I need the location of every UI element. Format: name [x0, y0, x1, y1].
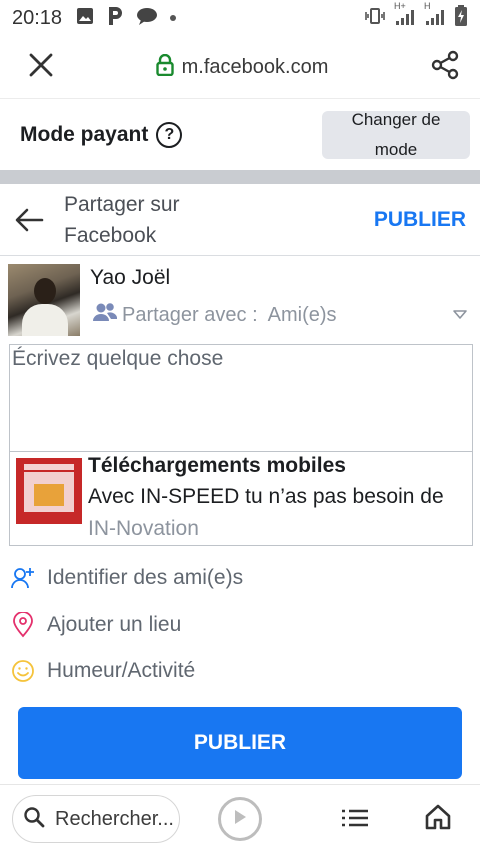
avatar	[8, 264, 80, 336]
add-location-label: Ajouter un lieu	[47, 613, 182, 636]
tag-friends-label: Identifier des ami(e)s	[47, 566, 244, 589]
browser-bottom-bar: Rechercher...	[0, 784, 480, 854]
add-location-option[interactable]: Ajouter un lieu	[0, 605, 480, 645]
help-icon[interactable]: ?	[156, 121, 183, 148]
data-mode-banner: Mode payant ? Changer de mode	[0, 98, 480, 170]
more-notifications-dot	[170, 15, 177, 21]
notification-icons	[76, 5, 177, 32]
search-icon	[23, 806, 45, 833]
status-time: 20:18	[12, 6, 63, 29]
share-title-line1: Partager sur	[64, 192, 180, 216]
mood-activity-option[interactable]: Humeur/Activité	[0, 651, 480, 691]
publish-link-top[interactable]: PUBLIER	[374, 208, 466, 232]
home-icon[interactable]	[424, 803, 452, 836]
message-bubble-icon	[136, 7, 158, 30]
friends-icon	[92, 302, 118, 328]
post-text-input[interactable]	[9, 344, 473, 452]
system-icons: H+ H	[364, 1, 468, 32]
net-label-1: H+	[394, 1, 406, 11]
avatar-face	[34, 278, 56, 304]
thumbnail-product	[34, 484, 64, 506]
gallery-icon	[76, 7, 94, 30]
url-text: m.facebook.com	[181, 55, 329, 78]
mood-activity-label: Humeur/Activité	[47, 659, 196, 682]
status-bar: 20:18 H+ H	[0, 0, 480, 36]
link-preview-thumbnail	[16, 458, 82, 524]
user-name: Yao Joël	[90, 266, 171, 289]
user-row: Yao Joël Partager avec : Ami(e)s	[0, 262, 480, 338]
link-preview-description: Avec IN-SPEED tu n’as pas besoin de	[88, 485, 444, 508]
url-bar[interactable]: m.facebook.com	[155, 53, 329, 81]
browser-toolbar: m.facebook.com	[0, 36, 480, 98]
audience-value: Ami(e)s	[267, 303, 337, 326]
publish-button[interactable]: PUBLIER	[18, 707, 462, 779]
smiley-icon	[10, 658, 36, 684]
link-preview-source: IN-Novation	[88, 517, 199, 540]
section-divider	[0, 170, 480, 184]
share-title: Partager sur Facebook	[64, 189, 234, 251]
signal-2-icon: H	[424, 1, 446, 27]
menu-list-icon[interactable]	[340, 807, 370, 834]
avatar-shirt	[22, 304, 68, 336]
mode-label: Mode payant	[20, 122, 149, 146]
thumbnail-header	[24, 464, 74, 470]
back-arrow-icon[interactable]	[14, 207, 48, 233]
change-mode-line1: Changer de	[351, 109, 441, 129]
share-icon[interactable]	[430, 50, 460, 85]
search-button[interactable]: Rechercher...	[12, 795, 180, 843]
link-preview-card[interactable]: Téléchargements mobiles Avec IN-SPEED tu…	[9, 452, 473, 546]
net-label-2: H	[424, 1, 431, 11]
change-mode-line2: mode	[374, 139, 418, 159]
play-button[interactable]	[218, 797, 262, 841]
p-app-icon	[106, 5, 124, 32]
tag-friends-option[interactable]: Identifier des ami(e)s	[0, 558, 480, 598]
signal-1-icon: H+	[394, 1, 416, 27]
audience-dropdown-icon[interactable]	[452, 308, 468, 326]
lock-icon	[155, 53, 174, 81]
search-label: Rechercher...	[55, 807, 174, 830]
share-title-line2: Facebook	[64, 223, 157, 247]
audience-label: Partager avec :	[122, 303, 258, 326]
share-header: Partager sur Facebook PUBLIER	[0, 184, 480, 256]
change-mode-button[interactable]: Changer de mode	[322, 110, 470, 159]
tag-friends-icon	[10, 565, 36, 591]
vibrate-icon	[364, 7, 386, 29]
battery-icon	[454, 4, 468, 32]
audience-selector[interactable]: Partager avec : Ami(e)s	[92, 302, 337, 328]
location-pin-icon	[10, 612, 36, 638]
link-preview-title: Téléchargements mobiles	[88, 454, 346, 477]
close-tab-icon[interactable]	[28, 52, 54, 83]
play-icon	[232, 808, 248, 831]
